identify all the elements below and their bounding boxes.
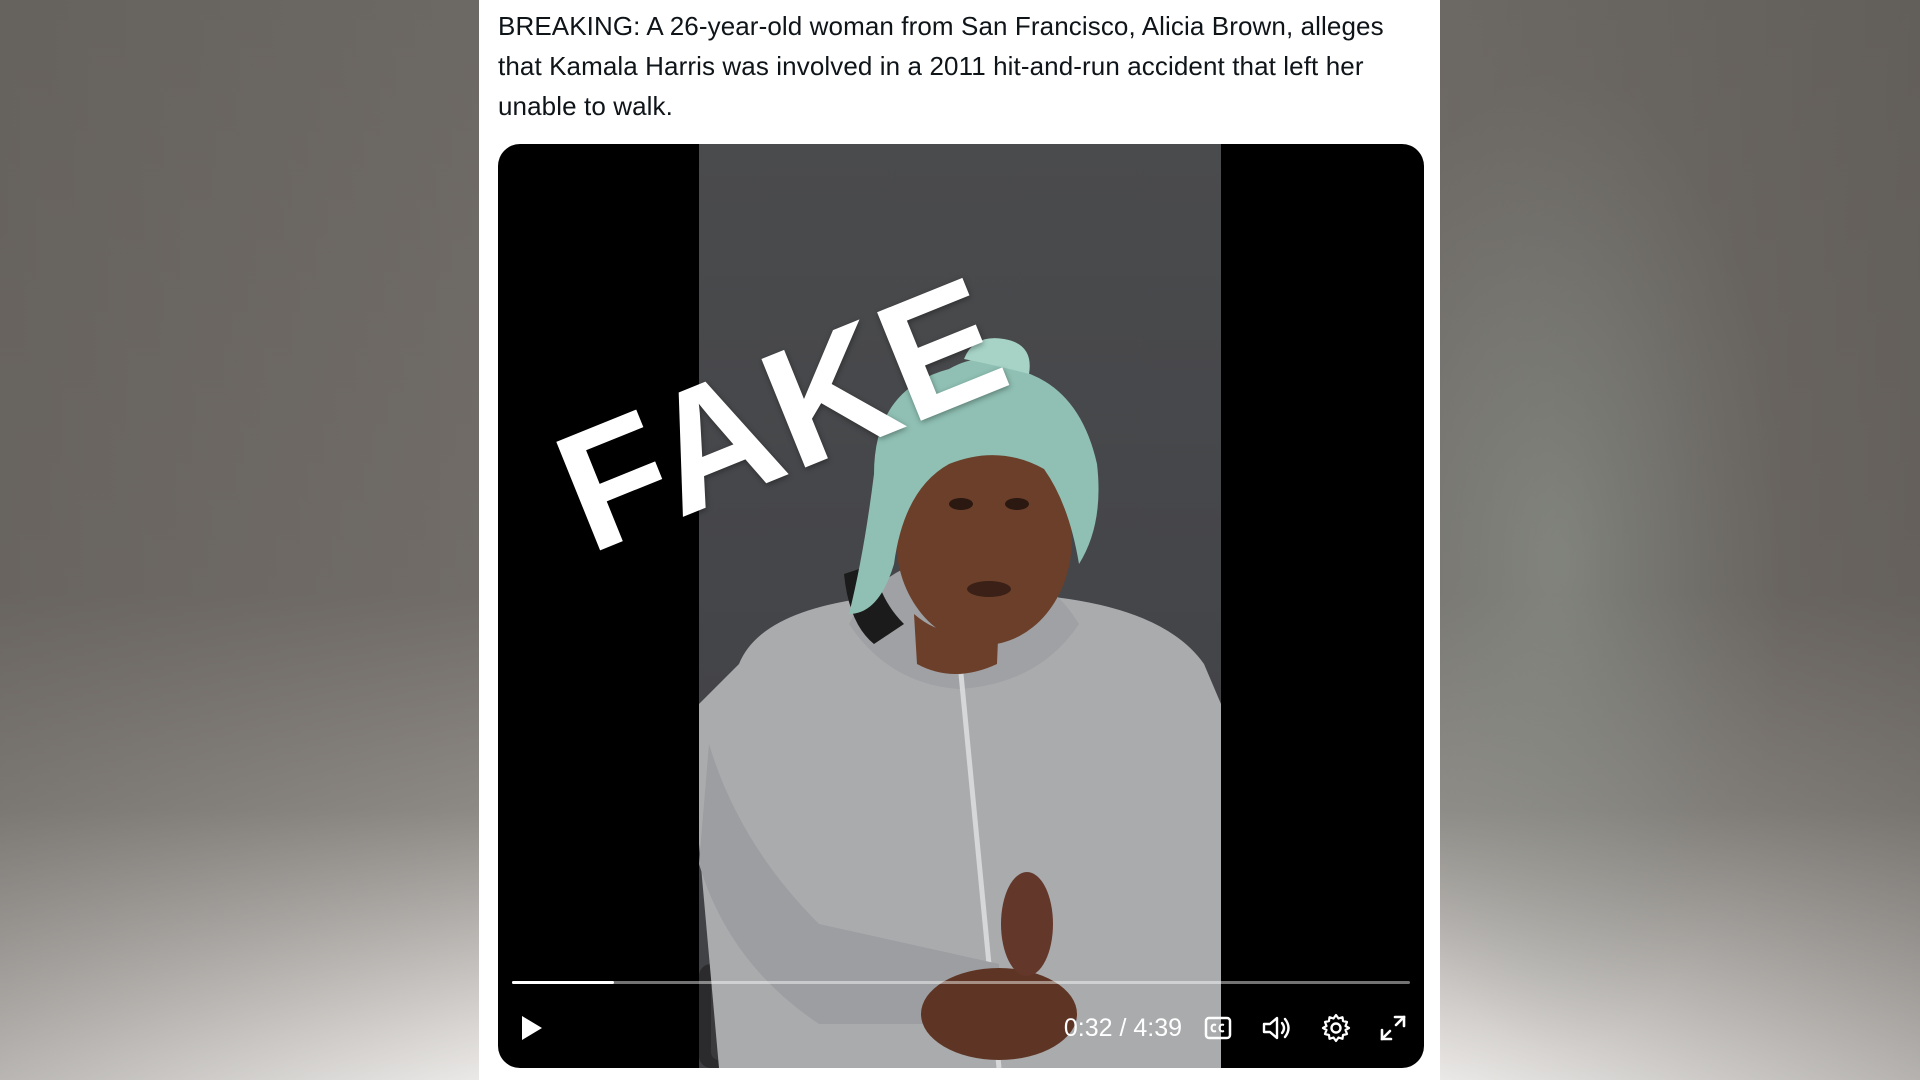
volume-button[interactable] <box>1255 1004 1299 1052</box>
background-shade-right <box>1440 0 1920 1080</box>
volume-icon <box>1262 1016 1290 1040</box>
tweet-card: BREAKING: A 26-year-old woman from San F… <box>479 0 1440 1080</box>
video-player[interactable]: FAKE 0:32 / 4:39 <box>498 144 1424 1068</box>
fullscreen-icon <box>1380 1015 1406 1041</box>
fullscreen-button[interactable] <box>1371 1004 1415 1052</box>
video-controls: 0:32 / 4:39 <box>498 1004 1424 1060</box>
captions-button[interactable] <box>1196 1004 1240 1052</box>
progress-fill <box>512 981 615 984</box>
play-icon <box>522 1016 542 1040</box>
gear-icon <box>1321 1013 1351 1043</box>
time-display: 0:32 / 4:39 <box>1063 1014 1182 1042</box>
tweet-text: BREAKING: A 26-year-old woman from San F… <box>498 11 1384 121</box>
captions-icon <box>1204 1016 1232 1040</box>
play-button[interactable] <box>510 1004 554 1052</box>
background-shade-left <box>0 0 480 1080</box>
settings-button[interactable] <box>1314 1004 1358 1052</box>
progress-bar[interactable] <box>512 981 1410 984</box>
